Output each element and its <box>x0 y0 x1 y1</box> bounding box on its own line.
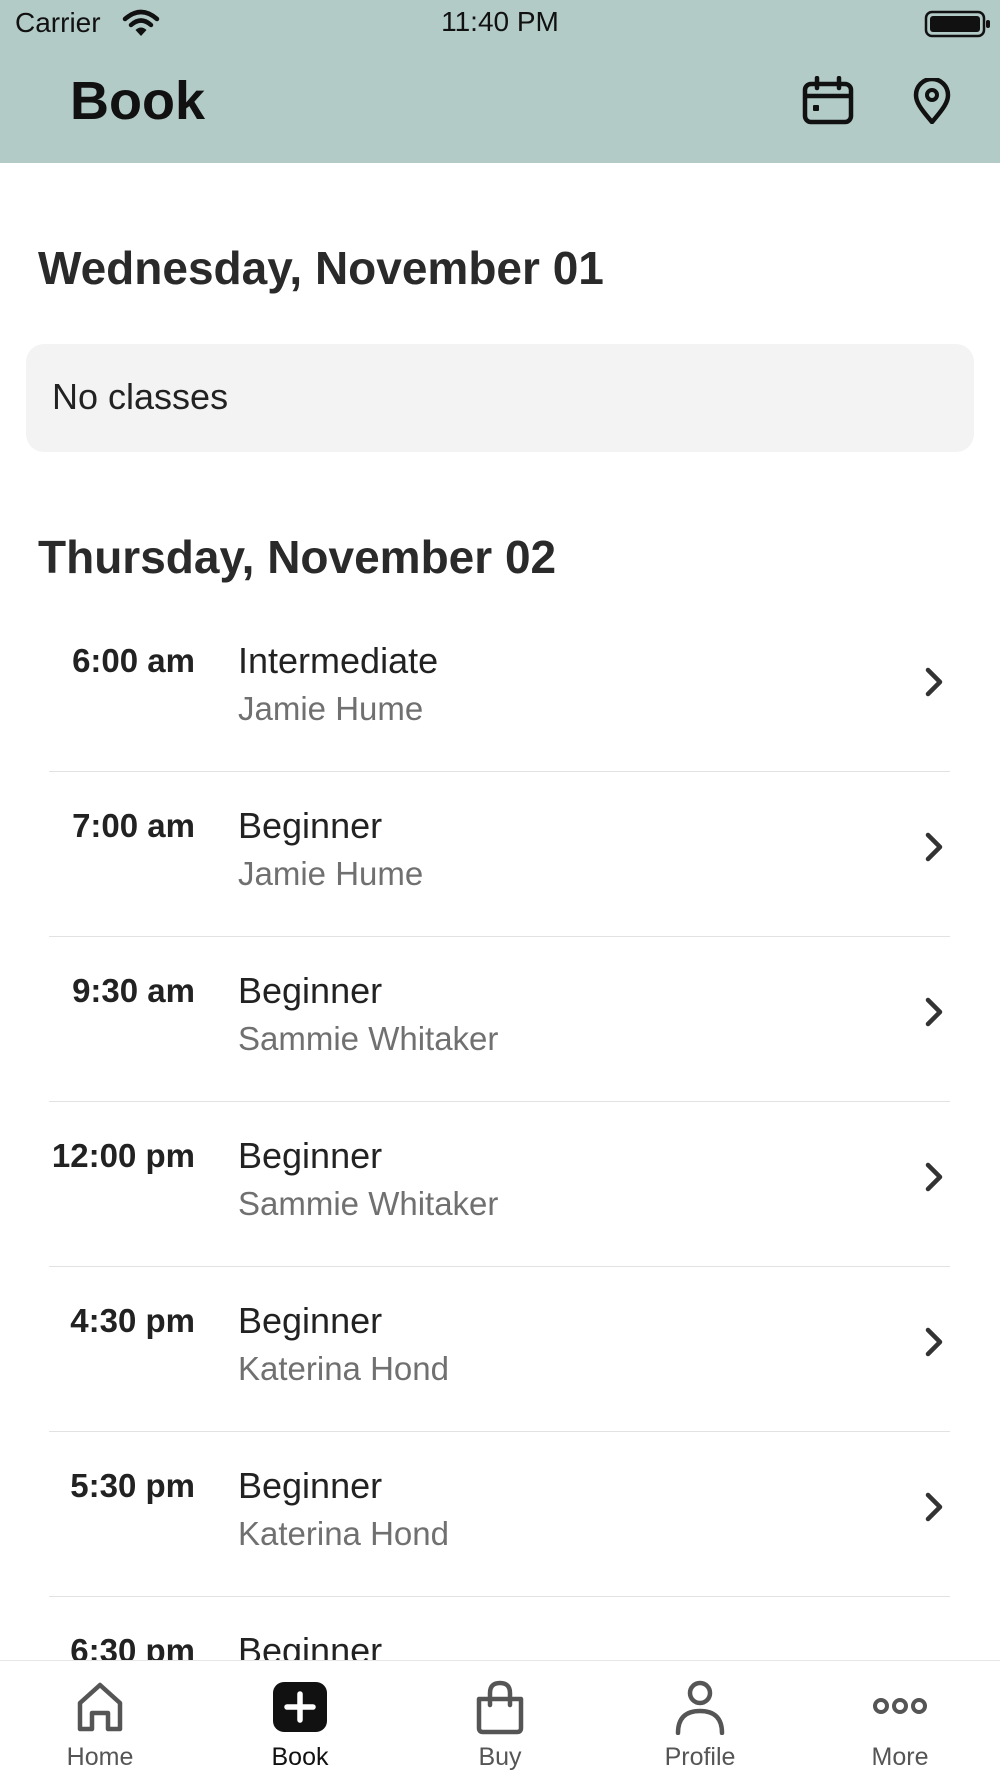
class-instructor: Katerina Hond <box>238 1350 449 1387</box>
class-name: Beginner <box>238 1630 383 1660</box>
empty-day-box: No classes <box>26 344 974 452</box>
chevron-right-icon <box>922 995 946 1034</box>
tab-label: More <box>871 1743 929 1771</box>
plus-square-icon <box>270 1679 330 1740</box>
day-heading: Wednesday, November 01 <box>38 242 604 294</box>
home-icon <box>70 1679 130 1740</box>
class-name: Intermediate <box>238 640 439 681</box>
class-time: 5:30 pm <box>70 1467 195 1504</box>
class-time: 4:30 pm <box>70 1302 195 1339</box>
chevron-right-icon <box>922 665 946 704</box>
more-dots-icon <box>870 1679 930 1740</box>
chevron-right-icon <box>922 830 946 869</box>
class-row[interactable]: 9:30 am Beginner Sammie Whitaker <box>0 937 1000 1102</box>
class-time: 6:00 am <box>72 642 195 679</box>
tab-label: Home <box>66 1743 134 1771</box>
tab-label: Buy <box>478 1743 522 1771</box>
class-row[interactable]: 7:00 am Beginner Jamie Hume <box>0 772 1000 937</box>
class-time: 6:30 pm <box>70 1632 195 1660</box>
status-bar: Carrier 11:40 PM <box>0 0 1000 48</box>
app-header: Carrier 11:40 PM Book <box>0 0 1000 163</box>
tab-more[interactable]: More <box>800 1661 1000 1778</box>
tab-book[interactable]: Book <box>200 1661 400 1778</box>
class-row[interactable]: 5:30 pm Beginner Katerina Hond <box>0 1432 1000 1597</box>
class-instructor: Jamie Hume <box>238 690 424 727</box>
day-heading: Thursday, November 02 <box>38 531 557 583</box>
class-name: Beginner <box>238 1465 383 1506</box>
chevron-right-icon <box>922 1160 946 1199</box>
tab-label: Book <box>271 1743 329 1771</box>
class-instructor: Sammie Whitaker <box>238 1185 499 1222</box>
calendar-icon[interactable] <box>802 75 856 131</box>
empty-day-text: No classes <box>52 376 229 417</box>
status-time: 11:40 PM <box>441 6 559 37</box>
shopping-bag-icon <box>470 1679 530 1740</box>
location-pin-icon[interactable] <box>912 76 952 129</box>
class-time: 9:30 am <box>72 972 195 1009</box>
class-time: 12:00 pm <box>51 1137 195 1174</box>
class-instructor: Jamie Hume <box>238 855 424 892</box>
tab-label: Profile <box>664 1743 736 1771</box>
tab-profile[interactable]: Profile <box>600 1661 800 1778</box>
class-time: 7:00 am <box>72 807 195 844</box>
tab-home[interactable]: Home <box>0 1661 200 1778</box>
class-instructor: Katerina Hond <box>238 1515 449 1552</box>
tab-buy[interactable]: Buy <box>400 1661 600 1778</box>
class-row[interactable]: 12:00 pm Beginner Sammie Whitaker <box>0 1102 1000 1267</box>
chevron-right-icon <box>922 1490 946 1529</box>
battery-icon <box>924 9 992 44</box>
class-row[interactable]: 6:00 am Intermediate Jamie Hume <box>0 607 1000 772</box>
class-row[interactable]: 6:30 pm Beginner <box>0 1597 1000 1660</box>
schedule-list[interactable]: Wednesday, November 01 No classes Thursd… <box>0 163 1000 1660</box>
class-name: Beginner <box>238 1135 383 1176</box>
class-name: Beginner <box>238 1300 383 1341</box>
chevron-right-icon <box>922 1325 946 1364</box>
class-name: Beginner <box>238 805 383 846</box>
class-row[interactable]: 4:30 pm Beginner Katerina Hond <box>0 1267 1000 1432</box>
class-name: Beginner <box>238 970 383 1011</box>
tab-bar: Home Book Buy Profile More <box>0 1660 1000 1778</box>
page-title: Book <box>70 71 205 131</box>
person-icon <box>670 1679 730 1740</box>
class-instructor: Sammie Whitaker <box>238 1020 499 1057</box>
